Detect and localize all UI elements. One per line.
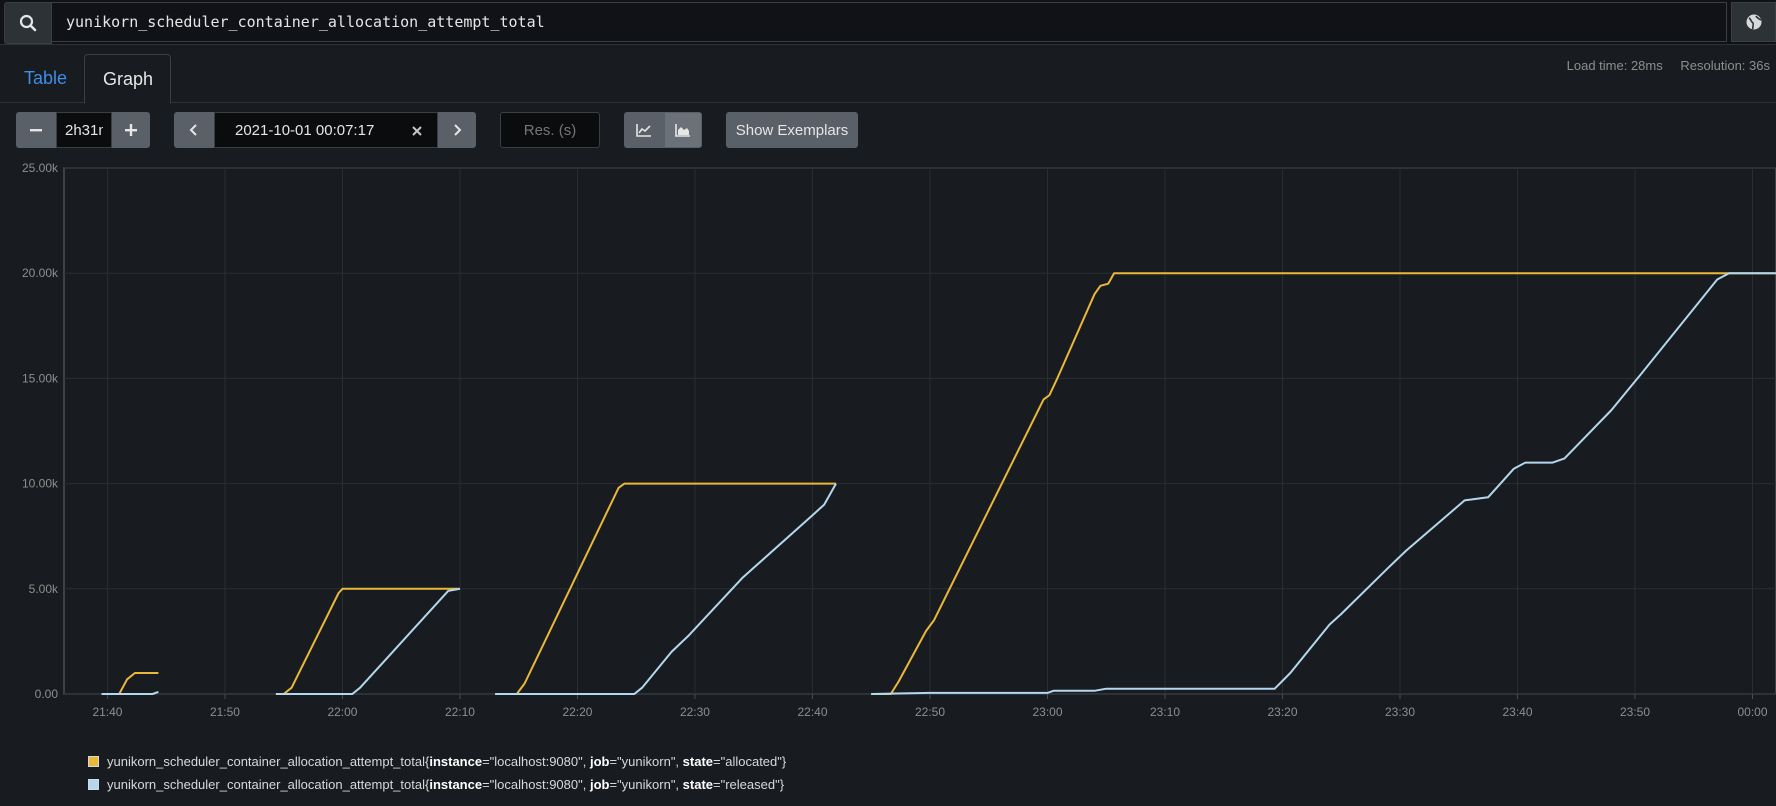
time-series-graph[interactable]: 0.00 5.00k 10.00k 15.00k 20.00k 25.00k 21:40 21… [0, 160, 1776, 720]
graph-controls: 2021-10-01 00:07:17 Show Exemplars [0, 112, 1776, 148]
x-tick-label: 23:20 [1267, 705, 1297, 719]
range-decrease-button[interactable] [16, 112, 56, 148]
x-tick-label: 23:30 [1385, 705, 1415, 719]
legend-item-released[interactable]: yunikorn_scheduler_container_allocation_… [88, 773, 786, 796]
x-tick-label: 22:40 [797, 705, 827, 719]
plot-frame [63, 167, 1776, 695]
end-time-forward-button[interactable] [438, 112, 476, 148]
query-stats: Load time: 28ms Resolution: 36s [1553, 58, 1770, 73]
legend-swatch-allocated [88, 756, 99, 767]
legend-item-allocated[interactable]: yunikorn_scheduler_container_allocation_… [88, 750, 786, 773]
x-tick-label: 22:00 [327, 705, 357, 719]
stacked-chart-button[interactable] [664, 112, 702, 148]
globe-icon [1746, 14, 1761, 30]
show-exemplars-button[interactable]: Show Exemplars [726, 112, 858, 148]
end-time-value: 2021-10-01 00:07:17 [235, 121, 375, 139]
x-tick-label: 23:50 [1620, 705, 1650, 719]
y-tick-label: 0.00 [35, 687, 59, 701]
legend-label-allocated: yunikorn_scheduler_container_allocation_… [107, 754, 787, 769]
resolution: Resolution: 36s [1680, 58, 1770, 73]
chevron-left-icon [189, 124, 197, 136]
x-tick-label: 00:00 [1737, 705, 1767, 719]
area-chart-icon [675, 124, 690, 137]
resolution-input[interactable] [500, 112, 600, 148]
query-input[interactable] [51, 2, 1727, 42]
graph-legend: yunikorn_scheduler_container_allocation_… [88, 750, 786, 796]
x-tick-label: 22:50 [915, 705, 945, 719]
plus-icon [125, 124, 137, 136]
metrics-explorer-button[interactable] [1731, 2, 1776, 42]
tab-graph[interactable]: Graph [84, 54, 171, 104]
tab-bar: Table Graph [0, 52, 1776, 104]
line-chart-button[interactable] [624, 112, 664, 148]
tab-table[interactable]: Table [6, 54, 85, 102]
y-tick-label: 15.00k [22, 371, 59, 385]
range-increase-button[interactable] [112, 112, 150, 148]
end-time-input[interactable]: 2021-10-01 00:07:17 [214, 112, 438, 148]
x-tick-label: 23:00 [1032, 705, 1062, 719]
line-chart-icon [636, 124, 651, 137]
minus-icon [30, 129, 42, 132]
chevron-right-icon [454, 124, 462, 136]
y-tick-label: 10.00k [22, 477, 59, 491]
range-input[interactable] [56, 112, 112, 148]
end-time-back-button[interactable] [174, 112, 214, 148]
y-tick-label: 25.00k [22, 161, 59, 175]
execute-button[interactable] [4, 2, 52, 44]
y-tick-label: 20.00k [22, 266, 59, 280]
y-tick-label: 5.00k [29, 582, 59, 596]
query-bar [0, 0, 1776, 45]
x-tick-label: 23:40 [1502, 705, 1532, 719]
search-icon [19, 14, 37, 32]
x-tick-label: 22:10 [445, 705, 475, 719]
legend-swatch-released [88, 779, 99, 790]
x-tick-label: 22:30 [680, 705, 710, 719]
series-line-released [101, 690, 159, 695]
clear-icon[interactable] [411, 125, 423, 137]
x-tick-label: 21:40 [92, 705, 122, 719]
legend-label-released: yunikorn_scheduler_container_allocation_… [107, 777, 785, 792]
load-time: Load time: 28ms [1566, 58, 1663, 73]
series-line-released [275, 587, 461, 695]
x-tick-label: 23:10 [1150, 705, 1180, 719]
series-line-allocated [101, 672, 159, 695]
x-tick-label: 21:50 [210, 705, 240, 719]
x-tick-label: 22:20 [562, 705, 592, 719]
